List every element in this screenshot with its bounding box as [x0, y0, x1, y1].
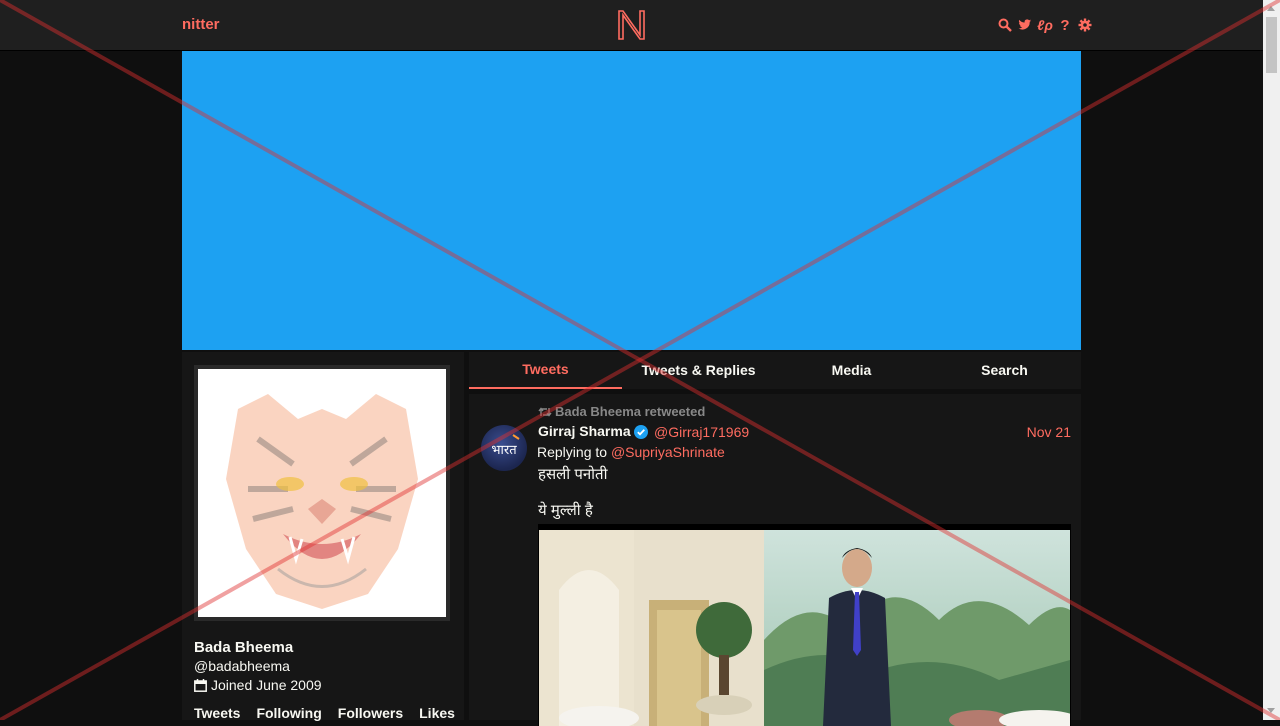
avatar-frame — [194, 365, 450, 621]
profile-banner[interactable] — [182, 51, 1081, 350]
tab-media[interactable]: Media — [775, 352, 928, 389]
replying-prefix: Replying to — [537, 444, 608, 460]
calendar-icon — [194, 678, 207, 692]
help-icon[interactable]: ? — [1058, 17, 1072, 34]
stat-following[interactable]: Following — [256, 705, 321, 721]
scrollbar[interactable] — [1263, 0, 1280, 720]
verified-badge-icon — [634, 425, 648, 439]
tweet-date[interactable]: Nov 21 — [1027, 424, 1071, 440]
scroll-up-arrow-icon[interactable] — [1267, 6, 1275, 11]
tab-search[interactable]: Search — [928, 352, 1081, 389]
nitter-logo[interactable] — [616, 8, 647, 42]
avatar[interactable] — [198, 369, 446, 617]
profile-joined: Joined June 2009 — [194, 677, 322, 693]
tweet-media[interactable] — [538, 524, 1071, 726]
retweet-header: Bada Bheema retweeted — [538, 404, 705, 419]
top-navbar: nitter ℓρ ? — [0, 0, 1263, 50]
joined-date-text: Joined June 2009 — [211, 677, 322, 693]
svg-text:भारत: भारत — [491, 443, 517, 458]
tweet-author-name[interactable]: Girraj Sharma — [538, 423, 631, 439]
tiger-face-image — [226, 394, 418, 609]
timeline-tabs: Tweets Tweets & Replies Media Search — [469, 352, 1081, 389]
profile-username[interactable]: @badabheema — [194, 658, 290, 674]
brand-link[interactable]: nitter — [182, 16, 220, 33]
tweet-text-line-2: ये मुल्ली है — [538, 502, 593, 519]
stat-likes[interactable]: Likes — [419, 705, 455, 721]
tab-tweets[interactable]: Tweets — [469, 352, 622, 389]
retweet-label[interactable]: Bada Bheema retweeted — [555, 404, 705, 419]
stat-followers[interactable]: Followers — [338, 705, 403, 721]
rss-icon[interactable]: ℓρ — [1037, 17, 1053, 33]
scroll-down-arrow-icon[interactable] — [1267, 708, 1275, 713]
tab-tweets-replies[interactable]: Tweets & Replies — [622, 352, 775, 389]
tweet-photo[interactable] — [539, 530, 1070, 726]
tweet-author-handle[interactable]: @Girraj171969 — [654, 424, 749, 440]
stat-tweets[interactable]: Tweets — [194, 705, 240, 721]
search-icon[interactable] — [998, 17, 1012, 33]
profile-fullname[interactable]: Bada Bheema — [194, 639, 293, 656]
replying-to: Replying to @SupriyaShrinate — [537, 444, 725, 460]
timeline: Bada Bheema retweeted भारत Girraj Sharma… — [469, 394, 1081, 726]
profile-card: Bada Bheema @badabheema Joined June 2009… — [182, 352, 464, 721]
nav-icons: ℓρ ? — [998, 15, 1092, 35]
tweet-text-line-1: हसली पनोती — [538, 466, 608, 483]
gear-icon[interactable] — [1078, 17, 1092, 33]
profile-stats: Tweets Following Followers Likes — [194, 705, 455, 721]
retweet-icon — [538, 406, 552, 417]
scrollbar-thumb[interactable] — [1266, 17, 1277, 73]
tweet-author-avatar[interactable]: भारत — [481, 425, 527, 471]
twitter-bird-icon[interactable] — [1018, 17, 1032, 33]
replying-to-link[interactable]: @SupriyaShrinate — [611, 444, 725, 460]
